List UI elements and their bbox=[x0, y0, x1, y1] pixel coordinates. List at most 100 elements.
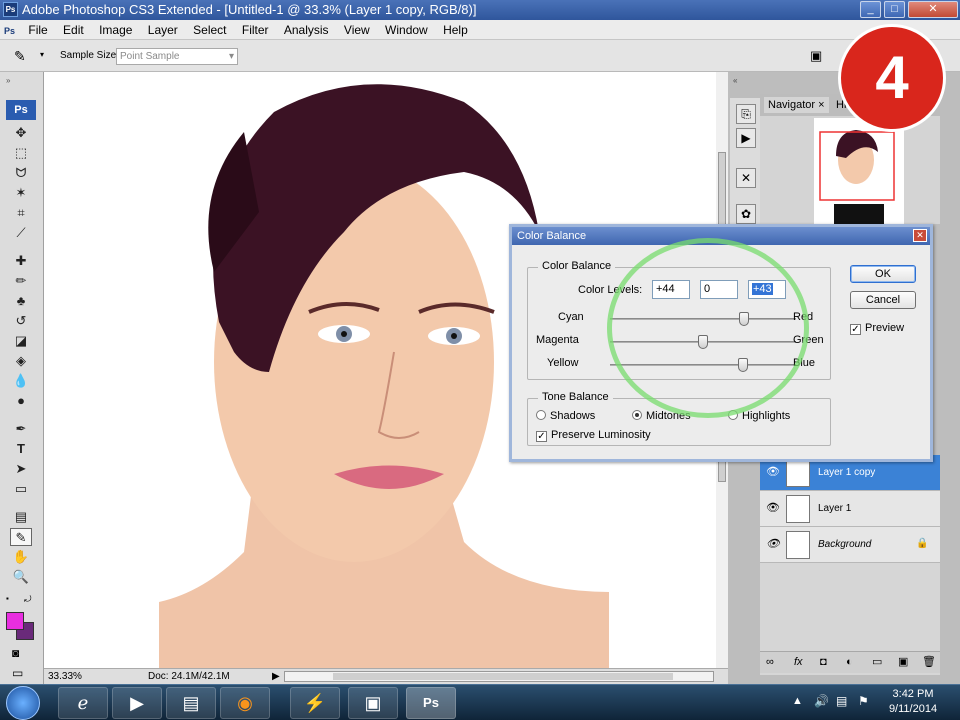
menu-view[interactable]: View bbox=[338, 20, 376, 40]
tool-presets-panel-icon[interactable]: ✕ bbox=[736, 168, 756, 188]
clone-stamp-tool-icon[interactable]: ♣ bbox=[10, 292, 32, 310]
sample-size-label: Sample Size: bbox=[60, 50, 119, 61]
menu-file[interactable]: File bbox=[22, 20, 53, 40]
eyedropper-tool-icon[interactable]: ✎ bbox=[14, 48, 26, 65]
file-explorer-icon[interactable]: ▤ bbox=[166, 687, 216, 719]
image-viewer-icon[interactable]: ▣ bbox=[348, 687, 398, 719]
slice-tool-icon[interactable]: ⟋ bbox=[10, 224, 32, 242]
network-icon[interactable]: ▤ bbox=[836, 694, 847, 708]
status-menu-arrow-icon[interactable]: ▶ bbox=[272, 669, 280, 684]
blur-tool-icon[interactable]: 💧 bbox=[10, 372, 32, 390]
hand-tool-icon[interactable]: ✋ bbox=[10, 548, 32, 566]
layer-name: Layer 1 bbox=[818, 503, 852, 514]
marquee-tool-icon[interactable]: ⬚ bbox=[10, 144, 32, 162]
foreground-color-swatch[interactable] bbox=[6, 612, 24, 630]
firefox-icon[interactable]: ◉ bbox=[220, 687, 270, 719]
zoom-level[interactable]: 33.33% bbox=[48, 669, 82, 684]
close-tab-icon[interactable]: × bbox=[818, 99, 824, 111]
expand-dock-icon[interactable]: « bbox=[733, 76, 737, 85]
menu-help[interactable]: Help bbox=[437, 20, 474, 40]
minimize-button[interactable]: _ bbox=[860, 1, 881, 18]
new-group-icon[interactable]: ▭ bbox=[872, 652, 882, 672]
dialog-close-button[interactable]: ✕ bbox=[913, 229, 927, 242]
brush-tool-icon[interactable]: ✏ bbox=[10, 272, 32, 290]
default-colors-icon[interactable]: ▪ bbox=[6, 594, 9, 603]
internet-explorer-icon[interactable]: ℯ bbox=[58, 687, 108, 719]
layer-style-icon[interactable]: fx bbox=[794, 652, 803, 672]
healing-brush-tool-icon[interactable]: ✚ bbox=[10, 252, 32, 270]
notes-tool-icon[interactable]: ▤ bbox=[10, 508, 32, 526]
horizontal-scrollbar[interactable] bbox=[284, 671, 714, 682]
shadows-radio-circle[interactable] bbox=[536, 410, 546, 420]
visibility-eye-icon[interactable]: 👁 bbox=[766, 501, 780, 514]
menu-edit[interactable]: Edit bbox=[57, 20, 90, 40]
preserve-luminosity-check[interactable]: ✓ bbox=[536, 431, 547, 442]
sample-size-select[interactable]: Point Sample ▾ bbox=[116, 48, 238, 65]
menu-analysis[interactable]: Analysis bbox=[278, 20, 335, 40]
paint-bucket-tool-icon[interactable]: ◈ bbox=[10, 352, 32, 370]
menu-image[interactable]: Image bbox=[93, 20, 138, 40]
menu-layer[interactable]: Layer bbox=[142, 20, 184, 40]
menu-select[interactable]: Select bbox=[187, 20, 232, 40]
tray-arrow-icon[interactable]: ▲ bbox=[792, 695, 803, 707]
tab-navigator[interactable]: Navigator × bbox=[764, 97, 829, 113]
menu-bar: Ps File Edit Image Layer Select Filter A… bbox=[0, 20, 960, 40]
add-mask-icon[interactable]: ◘ bbox=[820, 652, 827, 672]
history-brush-tool-icon[interactable]: ↺ bbox=[10, 312, 32, 330]
brushes-panel-icon[interactable]: ✿ bbox=[736, 204, 756, 224]
midtones-radio-circle[interactable] bbox=[632, 410, 642, 420]
workspace-icon[interactable]: ▣ bbox=[810, 48, 822, 64]
path-selection-tool-icon[interactable]: ➤ bbox=[10, 460, 32, 478]
layer-row-layer-1[interactable]: 👁 Layer 1 bbox=[760, 491, 940, 527]
swap-colors-icon[interactable]: ⤾ bbox=[24, 594, 32, 605]
flag-icon[interactable]: ⚑ bbox=[858, 694, 869, 708]
adjustment-layer-icon[interactable]: ◐ bbox=[846, 652, 853, 672]
magic-wand-tool-icon[interactable]: ✶ bbox=[10, 184, 32, 202]
preview-check[interactable]: ✓ bbox=[850, 324, 861, 335]
pen-tool-icon[interactable]: ✒ bbox=[10, 420, 32, 438]
menu-filter[interactable]: Filter bbox=[236, 20, 275, 40]
preview-checkbox[interactable]: ✓ Preview bbox=[850, 322, 904, 335]
volume-icon[interactable]: 🔊 bbox=[814, 694, 829, 708]
app-icon[interactable]: ⚡ bbox=[290, 687, 340, 719]
start-button[interactable] bbox=[6, 686, 40, 720]
layer-name: Layer 1 copy bbox=[818, 467, 876, 478]
close-button[interactable]: ✕ bbox=[908, 1, 958, 18]
eyedropper-tool-icon-selected[interactable]: ✎ bbox=[10, 528, 32, 546]
actions-panel-icon[interactable]: ▶ bbox=[736, 128, 756, 148]
navigator-preview[interactable] bbox=[814, 118, 904, 224]
layer-row-background[interactable]: 👁 Background 🔒 bbox=[760, 527, 940, 563]
tool-preset-dropdown-icon[interactable]: ▾ bbox=[40, 50, 44, 59]
zoom-tool-icon[interactable]: 🔍 bbox=[10, 568, 32, 586]
crop-tool-icon[interactable]: ⌗ bbox=[10, 204, 32, 222]
shape-tool-icon[interactable]: ▭ bbox=[10, 480, 32, 498]
layer-thumbnail bbox=[786, 531, 810, 559]
visibility-eye-icon[interactable]: 👁 bbox=[766, 537, 780, 550]
tab-navigator-label: Navigator bbox=[768, 99, 816, 111]
shadows-radio[interactable]: Shadows bbox=[536, 410, 595, 422]
horizontal-scroll-thumb[interactable] bbox=[333, 673, 673, 680]
link-layers-icon[interactable]: ∞ bbox=[766, 652, 774, 672]
quick-mask-icon[interactable]: ◙ bbox=[12, 646, 19, 660]
type-tool-icon[interactable]: T bbox=[10, 440, 32, 458]
ok-button[interactable]: OK bbox=[850, 265, 916, 283]
clock-date[interactable]: 9/11/2014 bbox=[884, 703, 942, 715]
eraser-tool-icon[interactable]: ◪ bbox=[10, 332, 32, 350]
menu-window[interactable]: Window bbox=[379, 20, 434, 40]
new-layer-icon[interactable]: ▣ bbox=[898, 652, 908, 672]
history-panel-icon[interactable]: ⎘ bbox=[736, 104, 756, 124]
dodge-tool-icon[interactable]: ● bbox=[10, 392, 32, 410]
preserve-luminosity-checkbox[interactable]: ✓ Preserve Luminosity bbox=[536, 429, 651, 442]
collapse-toolbox-icon[interactable]: » bbox=[6, 76, 10, 85]
ps-menu-icon[interactable]: Ps bbox=[0, 21, 19, 41]
visibility-eye-icon[interactable]: 👁 bbox=[766, 465, 780, 478]
screen-mode-icon[interactable]: ▭ bbox=[12, 666, 23, 680]
delete-layer-icon[interactable]: 🗑 bbox=[922, 652, 936, 672]
lasso-tool-icon[interactable]: ᗢ bbox=[10, 164, 32, 182]
maximize-button[interactable]: □ bbox=[884, 1, 905, 18]
move-tool-icon[interactable]: ✥ bbox=[10, 124, 32, 142]
photoshop-taskbar-button[interactable]: Ps bbox=[406, 687, 456, 719]
media-player-icon[interactable]: ▶ bbox=[112, 687, 162, 719]
cancel-button[interactable]: Cancel bbox=[850, 291, 916, 309]
clock-time[interactable]: 3:42 PM bbox=[888, 688, 938, 700]
